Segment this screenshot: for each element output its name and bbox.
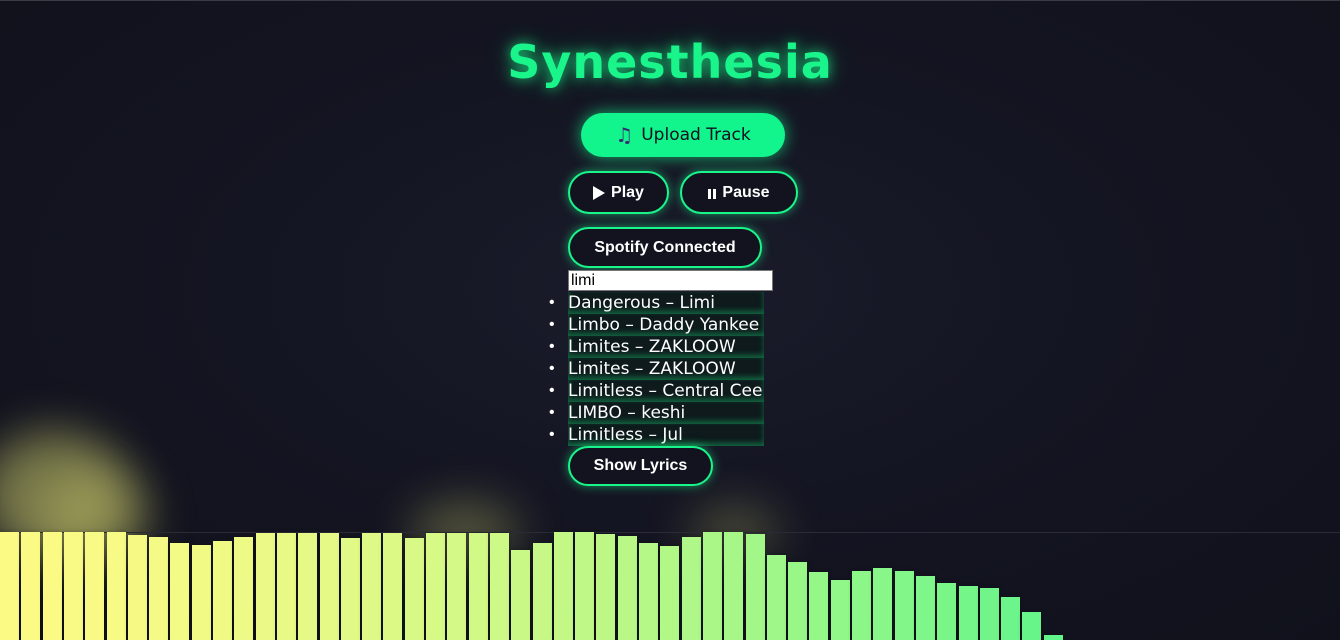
upload-track-label: Upload Track xyxy=(641,125,751,145)
visualizer-bar xyxy=(745,534,765,640)
show-lyrics-label: Show Lyrics xyxy=(593,457,688,474)
visualizer-bar xyxy=(213,541,232,640)
visualizer-bar xyxy=(532,543,552,640)
visualizer-bar xyxy=(191,545,211,640)
search-results-list: • Dangerous – Limi • Limbo – Daddy Yankee … xyxy=(549,292,765,446)
visualizer-bar xyxy=(362,533,382,640)
list-bullet: • xyxy=(549,360,555,377)
visualizer-bar xyxy=(852,571,871,640)
search-result-label: Limitless – Central Cee xyxy=(568,381,763,401)
visualizer-bar xyxy=(340,538,360,640)
visualizer-bar xyxy=(106,532,126,640)
visualizer-bar xyxy=(788,562,808,640)
visualizer-bar xyxy=(319,533,339,640)
visualizer-bar xyxy=(702,532,722,640)
visualizer-bar xyxy=(383,533,403,640)
visualizer-bar xyxy=(639,543,658,640)
visualizer-bar xyxy=(915,576,935,640)
visualizer-bar xyxy=(830,580,850,640)
search-result-label: Limbo – Daddy Yankee xyxy=(568,315,760,335)
visualizer-bar xyxy=(724,532,744,640)
visualizer-bar xyxy=(1022,612,1042,640)
list-bullet: • xyxy=(549,294,555,311)
visualizer-bar xyxy=(979,588,999,640)
spotify-label: Spotify Connected xyxy=(594,238,736,256)
search-result-item[interactable]: • Dangerous – Limi xyxy=(549,292,765,314)
visualizer-bar xyxy=(660,546,680,640)
search-result-label: LIMBO – keshi xyxy=(568,403,686,423)
visualizer-bar xyxy=(404,538,424,640)
list-bullet: • xyxy=(549,426,555,443)
visualizer-bar xyxy=(937,583,957,640)
search-result-label: Limites – ZAKLOOW xyxy=(568,359,736,379)
pause-icon xyxy=(708,188,717,199)
visualizer-bar xyxy=(170,543,190,640)
play-icon xyxy=(593,185,606,200)
visualizer-bar xyxy=(21,532,41,640)
visualizer-bar xyxy=(511,550,531,640)
play-label: Play xyxy=(611,183,644,201)
visualizer-bar xyxy=(1043,635,1063,640)
visualizer-bar xyxy=(1001,597,1021,640)
visualizer-bar xyxy=(447,533,467,640)
search-result-item[interactable]: • Limbo – Daddy Yankee xyxy=(549,314,765,336)
visualizer-bar xyxy=(149,537,169,640)
visualizer-bar xyxy=(894,571,914,640)
visualizer-bar xyxy=(298,533,318,640)
visualizer-bar xyxy=(0,532,19,640)
search-result-label: Dangerous – Limi xyxy=(568,293,715,313)
visualizer-bar xyxy=(468,533,488,640)
spotify-connect-button[interactable]: Spotify Connected xyxy=(568,227,762,268)
search-result-item[interactable]: • Limites – ZAKLOOW xyxy=(549,358,765,380)
list-bullet: • xyxy=(549,338,555,355)
visualizer-bar xyxy=(255,533,275,640)
visualizer-bar xyxy=(873,568,893,640)
visualizer-bar xyxy=(426,533,445,640)
search-result-item[interactable]: • Limites – ZAKLOOW xyxy=(549,336,765,358)
visualizer-bar xyxy=(766,555,786,640)
list-bullet: • xyxy=(549,316,555,333)
search-result-item[interactable]: • Limitless – Central Cee xyxy=(549,380,765,402)
app-title: Synesthesia xyxy=(507,35,833,89)
list-bullet: • xyxy=(549,404,555,421)
audio-visualizer xyxy=(0,530,1340,640)
pause-button[interactable]: Pause xyxy=(680,171,798,214)
search-result-label: Limitless – Jul xyxy=(568,425,683,445)
list-bullet: • xyxy=(549,382,555,399)
visualizer-bar xyxy=(809,572,829,640)
visualizer-bar xyxy=(617,536,637,640)
visualizer-bar xyxy=(596,534,616,640)
upload-track-button[interactable]: ♫ Upload Track xyxy=(581,113,785,157)
search-result-item[interactable]: • LIMBO – keshi xyxy=(549,402,765,424)
track-search-input[interactable] xyxy=(568,270,773,291)
play-button[interactable]: Play xyxy=(568,171,669,214)
visualizer-bar xyxy=(489,533,509,640)
visualizer-bar xyxy=(85,532,105,640)
search-result-label: Limites – ZAKLOOW xyxy=(568,337,736,357)
visualizer-bar xyxy=(575,532,595,640)
visualizer-bar xyxy=(681,537,701,640)
search-result-item[interactable]: • Limitless – Jul xyxy=(549,424,765,446)
music-note-icon: ♫ xyxy=(615,123,634,147)
visualizer-bar xyxy=(127,535,147,640)
pause-label: Pause xyxy=(722,183,770,201)
visualizer-bar xyxy=(553,532,573,640)
visualizer-bar xyxy=(276,533,296,640)
visualizer-bar xyxy=(234,537,254,640)
visualizer-bar xyxy=(42,532,62,640)
show-lyrics-button[interactable]: Show Lyrics xyxy=(568,446,713,486)
visualizer-bar xyxy=(958,586,978,640)
visualizer-bar xyxy=(63,532,83,640)
app-stage: Synesthesia ♫ Upload Track Play Pause Sp… xyxy=(0,0,1340,640)
